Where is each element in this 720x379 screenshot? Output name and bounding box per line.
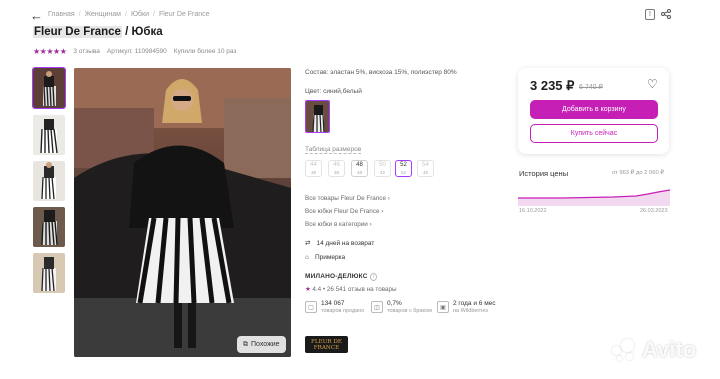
stat-sold: ▢ 134 067 товаров продано (305, 300, 364, 314)
star-icon: ★ (305, 286, 311, 293)
size-table-link[interactable]: Таблица размеров (305, 146, 362, 154)
all-brand-products-link[interactable]: Все товары Fleur De France › (305, 195, 390, 202)
similar-icon: ⧉ (243, 340, 248, 348)
chevron-right-icon: › (387, 195, 390, 202)
size-sub: 36 (310, 169, 316, 175)
product-title: Fleur De France / Юбка (33, 26, 163, 38)
breadcrumb-item[interactable]: Юбки (131, 11, 149, 18)
size-sub: 52 (400, 169, 406, 175)
avito-watermark: Avito (612, 337, 696, 363)
article-number: Артикул: 110984590 (106, 48, 167, 55)
stat-value: 0,7% (387, 300, 402, 307)
size-value: 52 (400, 161, 407, 168)
size-option-selected[interactable]: 52 52 (395, 160, 412, 177)
seller-label: МИЛАНО-ДЕЛЮКС (305, 273, 368, 280)
return-arrows-icon: ⇄ (305, 240, 311, 247)
price: 3 235 ₽ (530, 78, 575, 93)
breadcrumb-item[interactable]: Fleur De France (159, 11, 210, 18)
link-label: Все юбки в категории (305, 221, 368, 228)
feature-label: Примерка (314, 254, 346, 261)
avito-logo-icon (612, 339, 638, 361)
size-option: 54 46 (417, 160, 434, 177)
brand-name[interactable]: Fleur De France (33, 26, 122, 38)
thumbnail-3[interactable] (33, 161, 65, 201)
reviews-count[interactable]: 3 отзыва (73, 48, 100, 55)
return-feature: ⇄ 14 дней на возврат (305, 239, 375, 248)
add-to-cart-button[interactable]: Добавить в корзину (530, 100, 658, 119)
link-label: Все товары Fleur De France (305, 195, 386, 202)
chevron-right-icon: › (369, 221, 372, 228)
stat-defects: ◫ 0,7% товаров с браком (371, 300, 432, 314)
size-option: 44 36 (305, 160, 322, 177)
bought-count: Купили более 10 раз (173, 48, 237, 55)
hanger-icon: ⌂ (305, 254, 309, 261)
size-sub: 48 (356, 169, 362, 175)
price-history-range: от 963 ₽ до 2 060 ₽ (612, 170, 664, 176)
price-history-title: История цены (519, 169, 569, 178)
calendar-icon: ▣ (437, 301, 449, 313)
breadcrumb: Главная / Женщинам / Юбки / Fleur De France (48, 11, 210, 18)
stat-label: товаров продано (321, 308, 365, 314)
size-sub: 38 (333, 169, 339, 175)
similar-label: Похожие (251, 341, 280, 348)
info-icon[interactable]: i (369, 273, 377, 281)
stat-value: 134 067 (321, 300, 345, 307)
size-option: 46 38 (328, 160, 345, 177)
rating-stars-icon: ★★★★★ (33, 47, 67, 56)
price-history-date-start: 16.10.2022 (519, 208, 547, 214)
seller-rating: ★ 4.4 • 26 541 отзыв на товары (305, 286, 397, 293)
brand-logo[interactable]: FLEUR DE FRANCE (305, 336, 348, 353)
seller-name[interactable]: МИЛАНО-ДЕЛЮКС i (305, 273, 377, 281)
color-label: Цвет: синий,белый (305, 88, 362, 95)
product-type: / Юбка (121, 26, 163, 38)
thumbnail-1[interactable] (32, 67, 66, 109)
stat-label: на Wildberries (453, 308, 489, 314)
share-icon[interactable] (659, 7, 673, 21)
size-value: 44 (310, 161, 317, 168)
thumbnail-5[interactable] (33, 253, 65, 293)
report-icon[interactable]: ! (645, 9, 655, 20)
color-swatch[interactable] (305, 100, 330, 133)
fitting-feature: ⌂ Примерка (305, 254, 345, 261)
size-value: 54 (422, 161, 429, 168)
old-price: 6 740 ₽ (579, 84, 603, 91)
stat-label: товаров с браком (387, 308, 432, 314)
breadcrumb-item[interactable]: Главная (48, 11, 75, 18)
feature-label: 14 дней на возврат (316, 239, 375, 247)
size-value: 46 (333, 161, 340, 168)
composition: Состав: эластан 5%, вискоза 15%, полиэст… (305, 69, 457, 76)
price-history-chart (518, 189, 670, 206)
seller-reviews[interactable]: 26 541 отзыв на товары (327, 286, 397, 293)
seller-rating-value: 4.4 (312, 286, 322, 293)
size-value: 48 (356, 161, 363, 168)
product-meta: ★★★★★ 3 отзыва Артикул: 110984590 Купили… (33, 47, 236, 56)
brand-logo-line: FRANCE (313, 344, 340, 351)
heart-icon[interactable]: ♡ (647, 77, 658, 91)
similar-button[interactable]: ⧉ Похожие (237, 336, 286, 353)
bag-icon: ▢ (305, 301, 317, 313)
size-option[interactable]: 48 48 (351, 160, 368, 177)
chevron-right-icon: › (381, 208, 384, 215)
category-skirts-link[interactable]: Все юбки в категории › (305, 221, 372, 228)
stat-value: 2 года и 6 мес (453, 300, 496, 307)
buy-now-button[interactable]: Купить сейчас (530, 124, 658, 143)
link-label: Все юбки Fleur De France (305, 208, 380, 215)
size-value: 50 (379, 161, 386, 168)
price-history-date-end: 26.03.2023 (640, 208, 668, 214)
size-sub: 46 (422, 169, 428, 175)
all-brand-skirts-link[interactable]: Все юбки Fleur De France › (305, 208, 383, 215)
size-sub: 42 (379, 169, 385, 175)
breadcrumb-item[interactable]: Женщинам (85, 11, 121, 18)
size-option: 50 42 (374, 160, 391, 177)
product-photo[interactable] (74, 68, 291, 357)
thumbnail-4[interactable] (33, 207, 65, 247)
avito-label: Avito (642, 337, 697, 362)
stat-period: ▣ 2 года и 6 мес на Wildberries (437, 300, 496, 314)
thumbnail-2[interactable] (33, 115, 65, 155)
defect-icon: ◫ (371, 301, 383, 313)
back-arrow-icon[interactable]: ← (30, 8, 43, 23)
